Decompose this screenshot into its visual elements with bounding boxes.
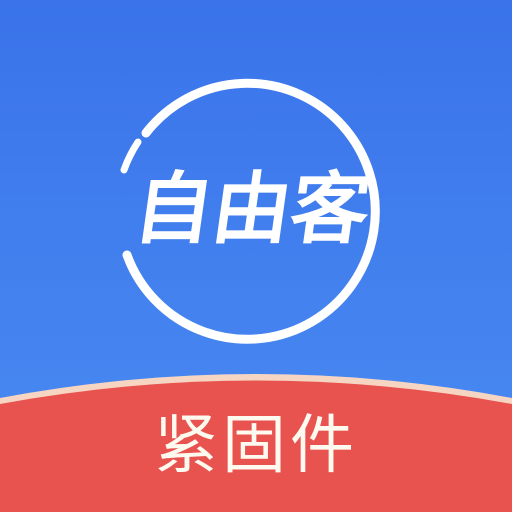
banner-label: 紧固件 (154, 409, 358, 483)
logo-wordmark: 自由客 (129, 164, 376, 255)
app-icon: 自由客 紧固件 (0, 0, 512, 512)
